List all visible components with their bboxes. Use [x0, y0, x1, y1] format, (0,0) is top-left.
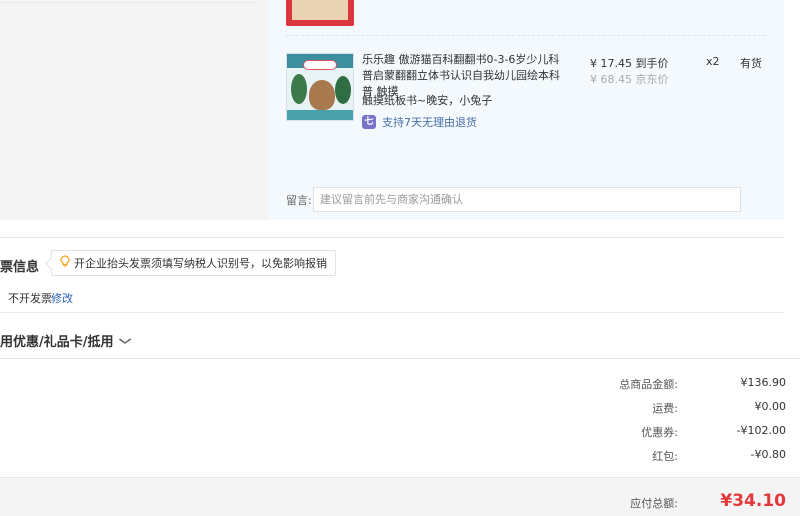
product-price: ¥ 17.45 到手价	[590, 55, 669, 71]
product-thumbnail[interactable]	[286, 53, 354, 121]
divider	[0, 312, 784, 313]
coupon-giftcard-toggle[interactable]: 使用优惠/礼品卡/抵用	[0, 331, 132, 350]
summary-redpacket: 红包: -¥0.80	[500, 448, 800, 464]
payable-value: ¥34.10	[720, 491, 786, 511]
checkout-page: 乐乐趣 傲游猫百科翻翻书0-3-6岁少儿科普启蒙翻翻立体书认识自我幼儿园绘本科普…	[0, 0, 800, 516]
coupon-discount-value: -¥102.00	[736, 424, 786, 437]
divider	[0, 237, 784, 238]
redpacket-label: 红包:	[652, 450, 678, 463]
previous-product-thumbnail[interactable]	[286, 0, 354, 26]
return-policy-badge: 七 支持7天无理由退货	[362, 114, 477, 130]
summary-coupon: 优惠券: -¥102.00	[500, 424, 800, 440]
product-quantity: x2	[706, 55, 720, 68]
product-original-price: ¥ 68.45 京东价	[590, 71, 669, 87]
summary-shipping: 运费: ¥0.00	[500, 400, 800, 416]
order-items-panel: 乐乐趣 傲游猫百科翻翻书0-3-6岁少儿科普启蒙翻翻立体书认识自我幼儿园绘本科普…	[268, 0, 784, 220]
remark-input[interactable]	[313, 187, 741, 212]
invoice-status: 不开发票	[8, 292, 52, 305]
shipping-value: ¥0.00	[754, 400, 787, 413]
original-price-tag: 京东价	[635, 73, 669, 86]
coupon-giftcard-label: 使用优惠/礼品卡/抵用	[0, 335, 114, 350]
lightbulb-icon	[60, 255, 70, 271]
chevron-down-icon	[118, 334, 132, 348]
invoice-tip-tooltip: 开企业抬头发票须填写纳税人识别号，以免影响报销	[51, 250, 336, 276]
stock-status: 有货	[740, 57, 762, 70]
invoice-tip-text: 开企业抬头发票须填写纳税人识别号，以免影响报销	[74, 257, 327, 270]
remark-label: 留言:	[286, 194, 312, 207]
divider	[0, 358, 800, 359]
total-goods-value: ¥136.90	[740, 376, 787, 389]
total-goods-label: 总商品金额:	[619, 378, 678, 391]
original-price-value: ¥ 68.45	[590, 73, 632, 86]
payable-total-bar: 应付总额: ¥34.10	[0, 477, 800, 516]
divider	[0, 2, 258, 3]
price-tag: 到手价	[635, 57, 669, 70]
shipping-label: 运费:	[652, 402, 678, 415]
return-policy-label: 支持7天无理由退货	[382, 116, 477, 129]
payable-label: 应付总额:	[630, 497, 678, 510]
redpacket-value: -¥0.80	[750, 448, 786, 461]
price-value: ¥ 17.45	[590, 57, 632, 70]
invoice-section-title: 发票信息	[0, 260, 40, 275]
shop-info-panel	[0, 0, 268, 220]
coupon-discount-label: 优惠券:	[641, 426, 678, 439]
summary-total-goods: 总商品金额: ¥136.90	[500, 376, 800, 392]
product-spec: 触摸纸板书~晚安，小兔子	[362, 94, 493, 107]
item-divider	[286, 35, 766, 36]
invoice-edit-link[interactable]: 修改	[51, 290, 73, 306]
seven-day-return-icon: 七	[362, 115, 376, 129]
